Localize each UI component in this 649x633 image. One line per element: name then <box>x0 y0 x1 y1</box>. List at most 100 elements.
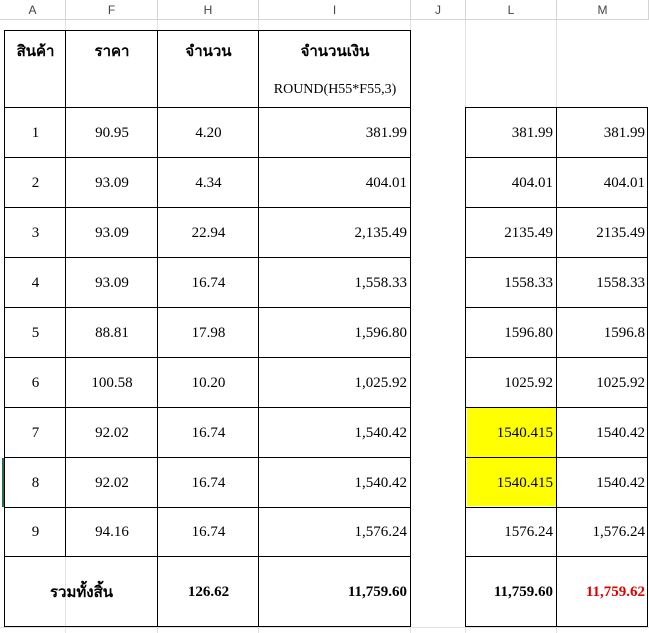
cell-m[interactable]: 1,576.24 <box>557 508 649 557</box>
column-header-h[interactable]: H <box>158 0 259 20</box>
cell-item[interactable]: 9 <box>5 508 66 557</box>
table-border <box>4 207 411 208</box>
table-border <box>465 307 648 308</box>
table-border <box>4 357 411 358</box>
cell-m[interactable]: 1558.33 <box>557 258 649 308</box>
cell-item[interactable]: 4 <box>5 258 66 308</box>
table-border <box>465 407 648 408</box>
cell-item[interactable]: 8 <box>5 458 66 508</box>
table-border <box>157 30 158 627</box>
cell-quantity[interactable]: 16.74 <box>158 508 259 557</box>
table-border <box>465 157 648 158</box>
cell-price[interactable]: 92.02 <box>66 458 158 508</box>
table-border <box>465 556 648 557</box>
cell-quantity[interactable]: 16.74 <box>158 258 259 308</box>
cell-l-highlighted[interactable]: 1540.415 <box>466 458 557 508</box>
cell-l[interactable]: 2135.49 <box>466 208 557 258</box>
table-border <box>410 30 411 627</box>
cell-item[interactable]: 3 <box>5 208 66 258</box>
cell-amount[interactable]: 1,576.24 <box>259 508 411 557</box>
header-price[interactable]: ราคา <box>66 31 158 71</box>
total-quantity[interactable]: 126.62 <box>158 557 259 627</box>
cell-quantity[interactable]: 10.20 <box>158 358 259 408</box>
cell-l[interactable]: 1596.80 <box>466 308 557 358</box>
cell-item[interactable]: 6 <box>5 358 66 408</box>
cell-l[interactable]: 404.01 <box>466 158 557 208</box>
cell-l[interactable]: 1576.24 <box>466 508 557 557</box>
cell-amount[interactable]: 1,596.80 <box>259 308 411 358</box>
cell-m[interactable]: 1540.42 <box>557 458 649 508</box>
cell-item[interactable]: 7 <box>5 408 66 458</box>
column-header-a[interactable]: A <box>0 0 66 20</box>
cell-price[interactable]: 93.09 <box>66 208 158 258</box>
cell-amount[interactable]: 1,558.33 <box>259 258 411 308</box>
cell-l-highlighted[interactable]: 1540.415 <box>466 408 557 458</box>
table-border <box>465 107 648 108</box>
column-header-i[interactable]: I <box>259 0 411 20</box>
cell-quantity[interactable]: 4.20 <box>158 108 259 158</box>
cell-quantity[interactable]: 16.74 <box>158 408 259 458</box>
cell-amount[interactable]: 1,540.42 <box>259 458 411 508</box>
cell-amount[interactable]: 1,025.92 <box>259 358 411 408</box>
cell-price[interactable]: 94.16 <box>66 508 158 557</box>
table-border <box>4 556 411 557</box>
header-product[interactable]: สินค้า <box>5 31 66 71</box>
cell-amount[interactable]: 381.99 <box>259 108 411 158</box>
table-border <box>4 307 411 308</box>
table-border <box>4 257 411 258</box>
table-border <box>4 30 5 627</box>
spreadsheet-view: A F H I J L M สินค้า ราคา จำนวน จำนวนเงิ… <box>0 0 649 633</box>
cell-m[interactable]: 404.01 <box>557 158 649 208</box>
cell-item[interactable]: 5 <box>5 308 66 358</box>
header-quantity[interactable]: จำนวน <box>158 31 259 71</box>
table-border <box>4 626 411 627</box>
cell-m[interactable]: 1025.92 <box>557 358 649 408</box>
cell-amount[interactable]: 1,540.42 <box>259 408 411 458</box>
cell-price[interactable]: 90.95 <box>66 108 158 158</box>
formula-note[interactable]: ROUND(H55*F55,3) <box>259 71 411 108</box>
total-amount[interactable]: 11,759.60 <box>259 557 411 627</box>
table-border <box>4 457 411 458</box>
table-border <box>465 357 648 358</box>
cell-l[interactable]: 381.99 <box>466 108 557 158</box>
cell-amount[interactable]: 2,135.49 <box>259 208 411 258</box>
table-border <box>647 107 648 627</box>
table-border <box>4 407 411 408</box>
cell-l[interactable]: 1558.33 <box>466 258 557 308</box>
cell-quantity[interactable]: 17.98 <box>158 308 259 358</box>
cell-quantity[interactable]: 22.94 <box>158 208 259 258</box>
cell-quantity[interactable]: 4.34 <box>158 158 259 208</box>
cell-item[interactable]: 1 <box>5 108 66 158</box>
cell-m[interactable]: 381.99 <box>557 108 649 158</box>
cell-m[interactable]: 1540.42 <box>557 408 649 458</box>
cell-price[interactable]: 88.81 <box>66 308 158 358</box>
gridline <box>0 627 649 628</box>
cell-amount[interactable]: 404.01 <box>259 158 411 208</box>
cell-m[interactable]: 1596.8 <box>557 308 649 358</box>
header-amount[interactable]: จำนวนเงิน <box>259 31 411 71</box>
table-border <box>465 257 648 258</box>
cell-price[interactable]: 92.02 <box>66 408 158 458</box>
cell-quantity[interactable]: 16.74 <box>158 458 259 508</box>
table-border <box>465 507 648 508</box>
total-l[interactable]: 11,759.60 <box>466 557 557 627</box>
column-header-f[interactable]: F <box>66 0 158 20</box>
cell-price[interactable]: 93.09 <box>66 258 158 308</box>
cell-l[interactable]: 1025.92 <box>466 358 557 408</box>
table-border <box>258 30 259 627</box>
table-border <box>465 107 466 627</box>
total-label[interactable]: รวมทั้งสิ้น <box>5 557 158 627</box>
table-border <box>4 107 411 108</box>
cell-price[interactable]: 100.58 <box>66 358 158 408</box>
table-border <box>4 507 411 508</box>
cell-item[interactable]: 2 <box>5 158 66 208</box>
column-header-l[interactable]: L <box>466 0 557 20</box>
cell-price[interactable]: 93.09 <box>66 158 158 208</box>
table-border <box>4 30 411 31</box>
total-m[interactable]: 11,759.62 <box>557 557 649 627</box>
cell-m[interactable]: 2135.49 <box>557 208 649 258</box>
column-header-m[interactable]: M <box>557 0 649 20</box>
table-border <box>556 107 557 627</box>
table-border <box>465 207 648 208</box>
column-header-j[interactable]: J <box>411 0 466 20</box>
